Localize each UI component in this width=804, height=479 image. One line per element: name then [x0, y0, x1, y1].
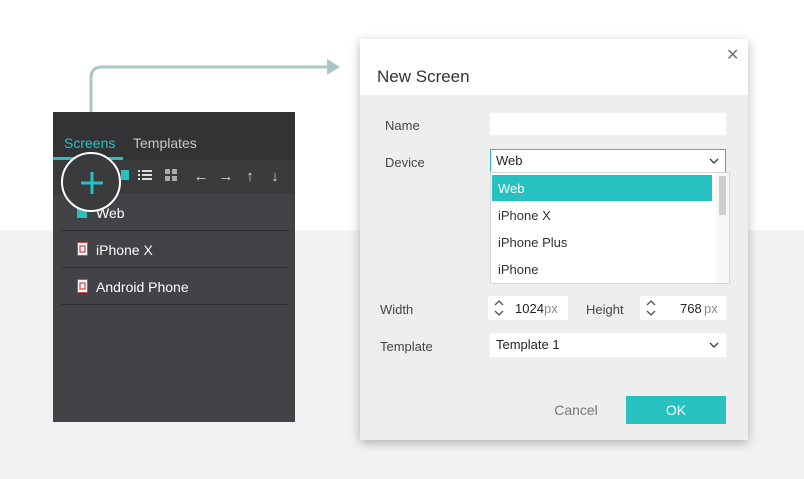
chevron-down-icon — [709, 154, 719, 171]
screens-panel: Screens Templates ← → ↑ ↓ Web iPhone X A… — [53, 112, 295, 422]
list-view-icon[interactable] — [137, 169, 153, 185]
arrow-up-icon[interactable]: ↑ — [242, 169, 258, 185]
stepper-arrows-icon[interactable] — [494, 298, 504, 321]
device-select[interactable]: Web — [490, 149, 726, 173]
dropdown-scroll-thumb[interactable] — [719, 176, 726, 215]
new-screen-dialog: New Screen ✕ Name Device Web Web iPhone … — [360, 39, 748, 440]
device-option-web[interactable]: Web — [492, 175, 712, 201]
add-icon — [81, 172, 103, 194]
dialog-title: New Screen — [377, 67, 470, 86]
arrow-down-icon[interactable]: ↓ — [267, 169, 283, 185]
device-option-iphone-plus[interactable]: iPhone Plus — [492, 229, 712, 255]
name-label: Name — [385, 118, 420, 133]
screen-item-label: iPhone X — [96, 242, 153, 258]
close-icon[interactable]: ✕ — [726, 48, 740, 64]
device-option-iphone-x[interactable]: iPhone X — [492, 202, 712, 228]
name-input[interactable] — [490, 113, 726, 135]
width-unit: px — [544, 301, 558, 316]
mobile-screen-icon — [77, 242, 88, 259]
height-value: 768 — [680, 301, 702, 316]
screen-item-iphone-x[interactable]: iPhone X — [61, 231, 289, 268]
width-label: Width — [380, 302, 414, 317]
arrow-left-icon[interactable]: ← — [193, 169, 209, 185]
dialog-header: New Screen ✕ — [360, 39, 748, 95]
width-value: 1024 — [515, 301, 544, 316]
grid-view-icon[interactable] — [163, 169, 179, 185]
device-option-iphone[interactable]: iPhone — [492, 256, 712, 282]
width-stepper[interactable]: 1024 px — [488, 296, 568, 320]
height-unit: px — [704, 301, 718, 316]
template-label: Template — [380, 339, 433, 354]
screen-item-android-phone[interactable]: Android Phone — [61, 268, 289, 305]
mobile-screen-icon — [77, 279, 88, 296]
height-label: Height — [586, 302, 624, 317]
add-screen-button[interactable] — [61, 152, 121, 212]
screen-item-label: Android Phone — [96, 279, 189, 295]
cancel-button[interactable]: Cancel — [538, 396, 614, 424]
chevron-down-icon — [709, 338, 719, 355]
ok-button[interactable]: OK — [626, 396, 726, 424]
arrow-right-icon[interactable]: → — [218, 169, 234, 185]
height-stepper[interactable]: 768 px — [640, 296, 726, 320]
stepper-arrows-icon[interactable] — [646, 298, 656, 321]
tab-screens[interactable]: Screens — [64, 135, 115, 151]
tab-templates[interactable]: Templates — [133, 135, 197, 151]
template-select[interactable]: Template 1 — [490, 333, 726, 357]
device-label: Device — [385, 155, 425, 170]
device-dropdown-list: Web iPhone X iPhone Plus iPhone — [490, 172, 730, 284]
